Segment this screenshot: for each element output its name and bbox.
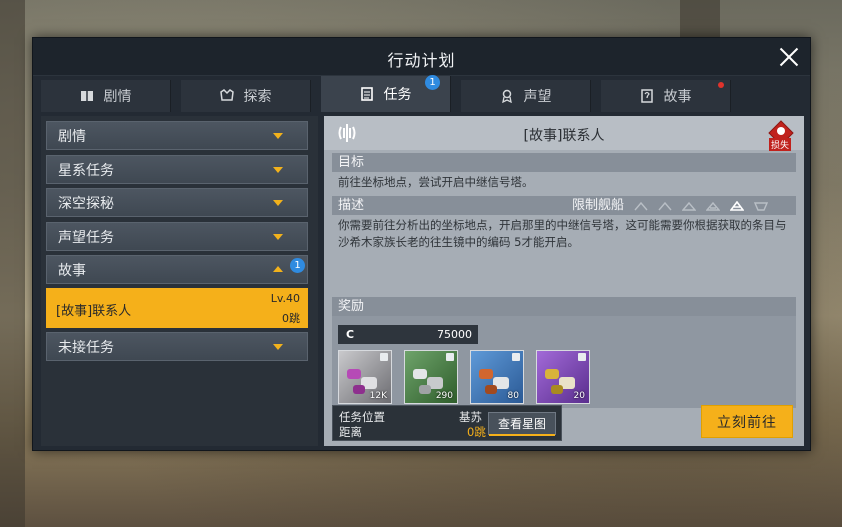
ore-chunk: [347, 369, 361, 379]
reward-quantity: 12K: [369, 391, 387, 401]
hull-carrier-icon: [754, 202, 768, 211]
mission-category-list: 剧情 星系任务 深空探秘 声望任务 故事 1 [故事]联系人 Lv.40 0跳 …: [41, 116, 318, 446]
location-label: 任务位置: [339, 410, 385, 424]
chevron-down-icon: [273, 167, 283, 173]
ore-chunk: [419, 385, 431, 394]
mission-item-contact[interactable]: [故事]联系人 Lv.40 0跳: [46, 288, 308, 328]
credit-reward: C 75000: [338, 325, 478, 344]
category-tales[interactable]: 故事 1: [46, 255, 308, 284]
category-deep-space[interactable]: 深空探秘: [46, 188, 308, 217]
tab-label: 任务: [383, 87, 412, 103]
close-icon[interactable]: [776, 44, 802, 70]
rewards-box: C 75000 12K 290 80 20: [332, 316, 796, 408]
category-galaxy-missions[interactable]: 星系任务: [46, 155, 308, 184]
description-label: 描述: [338, 198, 365, 213]
chevron-down-icon: [273, 133, 283, 139]
hull-frigate-icon: [634, 201, 648, 211]
location-box: 任务位置 基苏 距离 0跳 查看星图: [332, 405, 562, 441]
ore-chunk: [485, 385, 497, 394]
hull-destroyer-icon: [658, 201, 672, 211]
category-story[interactable]: 剧情: [46, 121, 308, 150]
loss-label: 损失: [768, 138, 791, 151]
ore-chunk: [413, 369, 427, 379]
emblem-icon: [500, 89, 514, 104]
reward-item[interactable]: 290: [404, 350, 458, 404]
distance-label: 距离: [339, 425, 362, 439]
tab-label: 故事: [663, 89, 692, 105]
clipboard-icon: [360, 87, 374, 101]
action-plan-dialog: 行动计划 剧情 探索 任务 1 声望 故事 剧情 星系任务 深空探秘 声望任务 …: [32, 37, 811, 451]
ore-chunk: [479, 369, 493, 379]
objective-header: 目标: [332, 153, 796, 172]
reward-item[interactable]: 20: [536, 350, 590, 404]
ore-chunk: [353, 385, 365, 394]
lock-icon: [512, 353, 520, 361]
detail-body: [故事]联系人 损失 目标 前往坐标地点，尝试开启中继信号塔。 描述 限制舰船 …: [324, 116, 804, 446]
description-text: 你需要前往分析出的坐标地点，开启那里的中继信号塔，这可能需要你根据获取的条目与沙…: [338, 218, 787, 249]
location-value: 基苏: [459, 410, 482, 424]
lock-icon: [380, 353, 388, 361]
objective-text: 前往坐标地点，尝试开启中继信号塔。: [338, 175, 534, 189]
tab-label: 剧情: [103, 89, 132, 105]
view-starmap-button[interactable]: 查看星图: [488, 412, 556, 436]
category-reputation-missions[interactable]: 声望任务: [46, 222, 308, 251]
chevron-up-icon: [273, 266, 283, 272]
category-label: 未接任务: [58, 339, 114, 356]
mission-detail-panel: [故事]联系人 损失 目标 前往坐标地点，尝试开启中继信号塔。 描述 限制舰船 …: [324, 116, 804, 446]
tab-label: 声望: [523, 89, 552, 105]
reward-quantity: 80: [507, 391, 519, 401]
background-structure: [0, 0, 25, 527]
mission-distance: 0跳: [282, 312, 300, 325]
ore-chunk: [551, 385, 563, 394]
hull-battleship-icon: [730, 201, 744, 211]
chevron-down-icon: [273, 200, 283, 206]
description-header: 描述 限制舰船: [332, 196, 796, 215]
ore-chunk: [545, 369, 559, 379]
title-bar: 行动计划: [33, 38, 810, 76]
rewards-header: 奖励: [332, 297, 796, 316]
hull-cruiser-icon: [682, 201, 696, 211]
category-badge: 1: [290, 258, 305, 273]
detail-header: [故事]联系人 损失: [324, 116, 804, 151]
credit-amount: 75000: [437, 328, 472, 341]
hull-battlecruiser-icon: [706, 201, 720, 211]
mission-name: [故事]联系人: [56, 304, 132, 319]
category-label: 剧情: [58, 128, 86, 145]
story-icon: [640, 89, 654, 103]
distance-value: 0跳: [467, 425, 486, 439]
tab-label: 探索: [243, 89, 272, 105]
mission-title: [故事]联系人: [523, 128, 605, 144]
chevron-down-icon: [273, 234, 283, 240]
tab-missions[interactable]: 任务 1: [321, 75, 451, 112]
tab-badge: 1: [425, 75, 440, 90]
dialog-title: 行动计划: [387, 51, 456, 70]
category-label: 故事: [58, 262, 86, 279]
notification-dot: [718, 82, 724, 88]
lock-icon: [446, 353, 454, 361]
tab-tales[interactable]: 故事: [601, 80, 731, 112]
tab-explore[interactable]: 探索: [181, 80, 311, 112]
chevron-down-icon: [273, 344, 283, 350]
credit-symbol: C: [346, 328, 355, 341]
category-label: 星系任务: [58, 162, 114, 179]
tab-bar: 剧情 探索 任务 1 声望 故事: [41, 75, 801, 112]
explore-icon: [219, 89, 234, 103]
tab-story[interactable]: 剧情: [41, 80, 171, 112]
category-unaccepted[interactable]: 未接任务: [46, 332, 308, 361]
category-label: 深空探秘: [58, 195, 114, 212]
reward-quantity: 20: [573, 391, 585, 401]
lock-icon: [578, 353, 586, 361]
tab-reputation[interactable]: 声望: [461, 80, 591, 112]
hull-limit-label: 限制舰船: [572, 198, 625, 213]
book-icon: [80, 89, 94, 103]
reward-quantity: 290: [435, 391, 453, 401]
go-now-button[interactable]: 立刻前往: [701, 405, 793, 438]
reward-item[interactable]: 80: [470, 350, 524, 404]
reward-item[interactable]: 12K: [338, 350, 392, 404]
category-label: 声望任务: [58, 229, 114, 246]
mission-level: Lv.40: [270, 292, 300, 305]
